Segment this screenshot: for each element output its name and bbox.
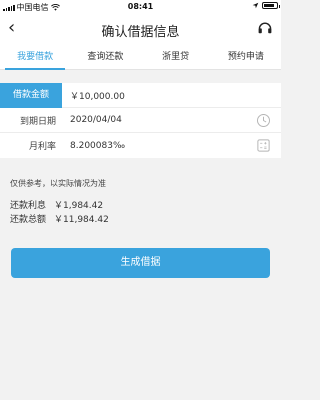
due-date-row[interactable]: 到期日期 2020/04/04 [0,108,281,133]
status-right [252,2,280,9]
generate-receipt-button[interactable]: 生成借据 [11,248,270,278]
total-value: ￥11,984.42 [54,215,109,225]
tab-zhelidai[interactable]: 浙里贷 [141,44,211,69]
amount-value: ￥10,000.00 [70,91,125,102]
nav-bar: ‹ 确认借据信息 [0,14,281,44]
tab-query-repayment[interactable]: 查询还款 [70,44,140,69]
battery-icon [262,2,280,9]
interest-value: ￥1,984.42 [54,201,104,211]
tab-appointment[interactable]: 预约申请 [211,44,281,69]
page-title: 确认借据信息 [101,25,180,40]
repayment-summary: 还款利息 ￥1,984.42 还款总额 ￥11,984.42 [10,199,109,227]
calculator-icon[interactable] [256,138,271,153]
due-date-label: 到期日期 [19,116,56,127]
rate-label: 月利率 [28,142,56,152]
amount-label: 借款金额 [0,82,62,108]
rate-value: 8.200083‰ [70,140,126,151]
loan-form: 借款金额 ￥10,000.00 到期日期 2020/04/04 月利率 8.20… [0,82,281,158]
battery-fill [264,4,274,7]
headset-icon[interactable] [257,20,273,36]
location-arrow-icon [252,2,259,9]
tab-borrow[interactable]: 我要借款 [0,44,70,70]
status-bar: 中国电信 08:41 [0,0,281,14]
clock-icon[interactable] [256,113,271,128]
interest-row: 还款利息 ￥1,984.42 [10,199,109,213]
due-date-value: 2020/04/04 [70,115,122,125]
rate-row: 月利率 8.200083‰ [0,133,281,158]
amount-row: 借款金额 ￥10,000.00 [0,82,281,108]
total-label: 还款总额 [10,215,47,225]
interest-label: 还款利息 [10,201,47,211]
total-row: 还款总额 ￥11,984.42 [10,213,109,227]
tab-bar: 我要借款 查询还款 浙里贷 预约申请 [0,44,281,70]
status-time: 08:41 [127,2,154,11]
disclaimer-note: 仅供参考，以实际情况为准 [10,179,106,188]
